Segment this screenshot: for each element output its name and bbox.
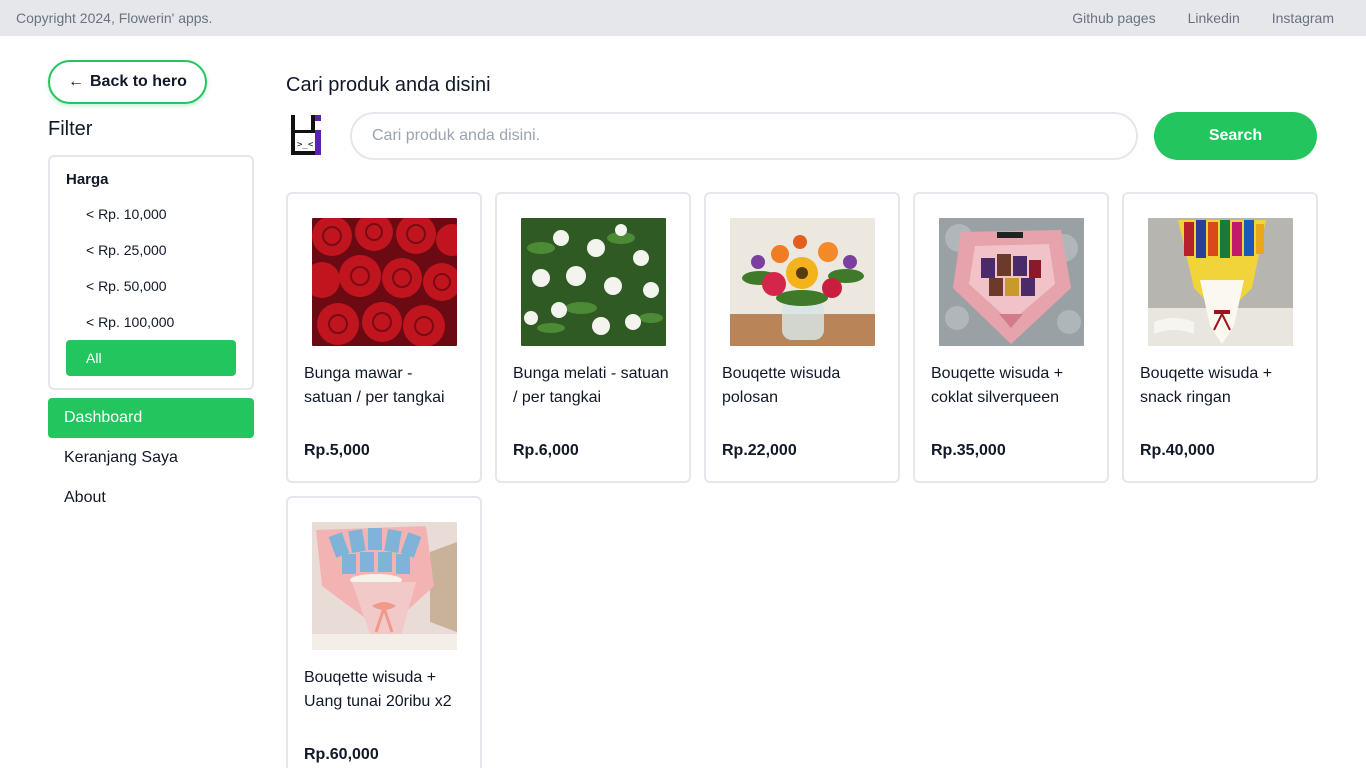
product-card[interactable]: Bouqette wisuda + snack ringan Rp.40,000 [1122,192,1318,483]
product-price: Rp.5,000 [304,442,370,459]
filter-title: Filter [48,118,93,140]
product-card[interactable]: Bouqette wisuda + coklat silverqueen Rp.… [913,192,1109,483]
product-name: Bouqette wisuda + coklat silverqueen [931,365,1064,406]
product-price: Rp.22,000 [722,442,797,459]
product-card[interactable]: Bouqette wisuda polosan Rp.22,000 [704,192,900,483]
sidebar-item-cart[interactable]: Keranjang Saya [48,438,254,478]
white-jasmine-image [520,218,666,346]
main-content: Cari produk anda disini >_< Search [286,74,1318,768]
flower-vase-image [729,218,875,346]
back-to-hero-button[interactable]: ← Back to hero [48,60,207,104]
price-filter-option[interactable]: < Rp. 50,000 [66,268,236,304]
price-filter-title: Harga [66,171,109,188]
product-name: Bouqette wisuda + Uang tunai 20ribu x2 [304,669,452,710]
back-to-hero-label: Back to hero [90,73,187,90]
product-name: Bunga melati - satuan / per tangkai [513,365,669,406]
sidebar-item-about[interactable]: About [48,478,254,518]
product-price: Rp.35,000 [931,442,1006,459]
copyright-text: Copyright 2024, Flowerin' apps. [16,10,213,26]
linkedin-link[interactable]: Linkedin [1188,10,1240,26]
price-filter-option-selected[interactable]: All [66,340,236,376]
product-name: Bouqette wisuda + snack ringan [1140,365,1273,406]
product-price: Rp.40,000 [1140,442,1215,459]
sidebar-item-dashboard[interactable]: Dashboard [48,398,254,438]
footer-links: Github pages Linkedin Instagram [1072,10,1334,26]
product-card[interactable]: Bouqette wisuda + Uang tunai 20ribu x2 R… [286,496,482,768]
arrow-left-icon: ← [68,73,84,90]
price-filter-option[interactable]: < Rp. 100,000 [66,304,236,340]
price-filter-option[interactable]: < Rp. 10,000 [66,196,236,232]
red-roses-image [311,218,457,346]
product-name: Bunga mawar - satuan / per tangkai [304,365,445,406]
chocolate-bouquet-image [938,218,1084,346]
product-grid: Bunga mawar - satuan / per tangkai Rp.5,… [286,192,1318,768]
app-logo-icon: >_< [291,115,321,155]
price-filter-option[interactable]: < Rp. 25,000 [66,232,236,268]
github-pages-link[interactable]: Github pages [1072,10,1155,26]
svg-text:>_<: >_< [297,140,314,150]
top-bar: Copyright 2024, Flowerin' apps. Github p… [0,0,1366,36]
product-price: Rp.6,000 [513,442,579,459]
search-row: >_< Search [286,112,1318,160]
snack-bouquet-image [1147,218,1293,346]
page-title: Cari produk anda disini [286,74,491,96]
price-filter-box: Harga < Rp. 10,000 < Rp. 25,000 < Rp. 50… [48,155,254,390]
search-input[interactable] [350,112,1138,160]
instagram-link[interactable]: Instagram [1272,10,1334,26]
money-bouquet-image [311,522,457,650]
search-button[interactable]: Search [1154,112,1317,160]
product-card[interactable]: Bunga mawar - satuan / per tangkai Rp.5,… [286,192,482,483]
product-price: Rp.60,000 [304,746,379,763]
sidebar-nav: Dashboard Keranjang Saya About [48,398,254,518]
product-card[interactable]: Bunga melati - satuan / per tangkai Rp.6… [495,192,691,483]
sidebar: ← Back to hero Filter Harga < Rp. 10,000… [48,60,254,518]
product-name: Bouqette wisuda polosan [722,365,841,406]
